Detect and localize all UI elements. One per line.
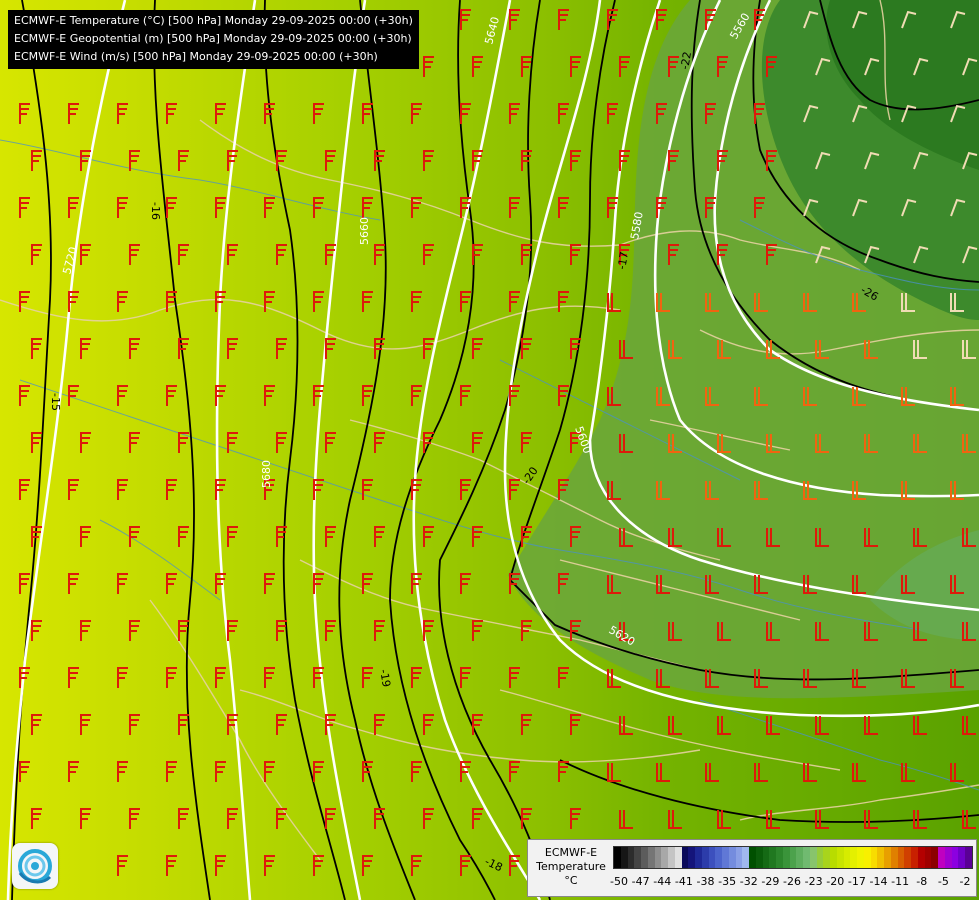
logo-swirl-icon <box>18 849 52 884</box>
legend-swatch <box>701 847 709 868</box>
legend-swatch <box>931 847 938 868</box>
legend-swatch <box>843 847 851 868</box>
isotherm-label-15: -15 <box>49 393 62 411</box>
legend-swatch <box>681 847 689 868</box>
legend-swatch <box>897 847 905 868</box>
legend-title-line2: Temperature <box>536 860 606 873</box>
legend-swatch <box>823 847 830 868</box>
legend-swatch <box>924 847 932 868</box>
legend-swatch <box>809 847 817 868</box>
legend-swatch <box>877 847 884 868</box>
title-temperature: ECMWF-E Temperature (°C) [500 hPa] Monda… <box>14 14 413 27</box>
legend-swatch <box>789 847 797 868</box>
legend-tick: -5 <box>937 875 949 888</box>
legend-swatch <box>803 847 810 868</box>
legend-swatch <box>904 847 911 868</box>
legend-tick: -20 <box>826 875 845 888</box>
legend-tick: -11 <box>891 875 910 888</box>
legend-swatch <box>857 847 864 868</box>
legend-swatch <box>890 847 898 868</box>
legend-swatch <box>695 847 702 868</box>
legend-swatch <box>728 847 736 868</box>
geopotential-label-5660: 5660 <box>358 217 371 245</box>
legend-swatch <box>654 847 662 868</box>
geopotential-label-5680: 5680 <box>260 460 273 488</box>
legend-swatch <box>661 847 668 868</box>
legend-title-line1: ECMWF-E <box>544 846 598 859</box>
legend-swatch <box>850 847 857 868</box>
legend-tick: -29 <box>761 875 780 888</box>
legend-tick: -26 <box>783 875 801 888</box>
legend-tick: -14 <box>869 875 888 888</box>
legend-swatch <box>951 847 959 868</box>
title-geopotential: ECMWF-E Geopotential (m) [500 hPa] Monda… <box>14 32 412 45</box>
legend-tick: -50 <box>610 875 628 888</box>
legend-title: ECMWF-E Temperature °C <box>532 846 610 888</box>
legend-swatch <box>647 847 655 868</box>
legend-swatch <box>620 847 628 868</box>
isotherm-label-16: -16 <box>149 202 162 220</box>
legend-swatch <box>816 847 824 868</box>
legend-swatch <box>870 847 878 868</box>
ecmwf-logo <box>12 843 58 889</box>
legend-swatch <box>958 847 965 868</box>
legend-tick: -38 <box>696 875 715 888</box>
legend-tick: -47 <box>631 875 650 888</box>
legend-swatch <box>735 847 743 868</box>
legend-tick: -44 <box>653 875 672 888</box>
weather-map: 5720 5680 5660 5640 5600 5580 5560 5620 … <box>0 0 979 900</box>
legend-swatch <box>715 847 722 868</box>
title-wind: ECMWF-E Wind (m/s) [500 hPa] Monday 29-0… <box>14 50 378 63</box>
legend-swatch <box>762 847 770 868</box>
legend-swatch <box>911 847 918 868</box>
legend-swatch <box>742 847 749 868</box>
legend-tick: -2 <box>959 875 971 888</box>
legend-swatch <box>749 847 756 868</box>
legend-swatch <box>830 847 837 868</box>
legend-swatch <box>836 847 844 868</box>
legend-tick: -35 <box>718 875 737 888</box>
legend-color-scale <box>613 846 973 869</box>
temperature-legend: ECMWF-E Temperature °C -50 -47 -44 -41 -38 -3… <box>527 839 977 897</box>
legend-swatch <box>688 847 695 868</box>
legend-swatch <box>668 847 675 868</box>
legend-swatch <box>634 847 641 868</box>
legend-swatch <box>776 847 783 868</box>
legend-tick: -23 <box>804 875 823 888</box>
legend-tick: -41 <box>674 875 693 888</box>
legend-swatch <box>641 847 648 868</box>
legend-swatch <box>614 847 621 868</box>
legend-swatch <box>722 847 729 868</box>
legend-swatch <box>708 847 716 868</box>
legend-swatch <box>627 847 635 868</box>
legend-swatch <box>965 847 972 868</box>
legend-swatch <box>944 847 952 868</box>
legend-tick-labels: -50 -47 -44 -41 -38 -35 -32 -29 -26 -23 -20 -17 -14-… <box>610 875 971 889</box>
legend-swatch <box>938 847 945 868</box>
legend-swatch <box>755 847 763 868</box>
legend-tick: -17 <box>847 875 866 888</box>
legend-swatch <box>917 847 925 868</box>
legend-swatch <box>769 847 776 868</box>
legend-tick: -32 <box>739 875 758 888</box>
legend-swatch <box>782 847 790 868</box>
legend-swatch <box>884 847 891 868</box>
legend-swatch <box>796 847 803 868</box>
map-title-box: ECMWF-E Temperature (°C) [500 hPa] Monda… <box>8 10 419 69</box>
legend-swatch <box>863 847 871 868</box>
legend-tick: -8 <box>916 875 928 888</box>
legend-unit: °C <box>564 874 578 887</box>
legend-swatch <box>674 847 682 868</box>
